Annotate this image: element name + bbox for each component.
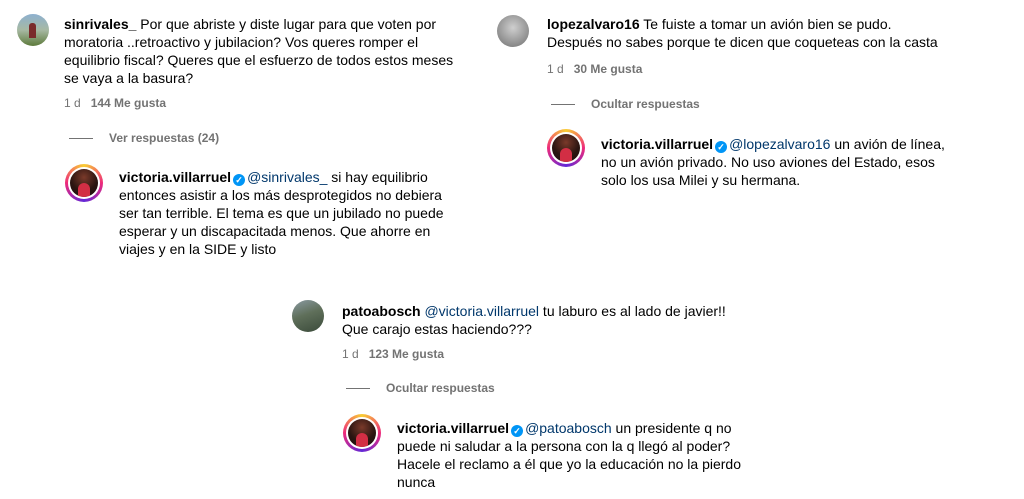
comment-likes[interactable]: 144 Me gusta — [91, 96, 166, 110]
hide-replies-button[interactable]: Ocultar respuestas — [346, 381, 495, 395]
divider-line — [346, 388, 370, 390]
comment-username[interactable]: sinrivales_ — [64, 16, 136, 32]
comment-meta: 1 d 144 Me gusta — [64, 96, 166, 110]
comment-meta: 1 d 123 Me gusta — [342, 347, 444, 361]
avatar[interactable] — [343, 414, 381, 452]
comment-time[interactable]: 1 d — [64, 96, 81, 110]
comment-time[interactable]: 1 d — [342, 347, 359, 361]
hide-replies-label: Ocultar respuestas — [386, 381, 495, 395]
comment-likes[interactable]: 123 Me gusta — [369, 347, 444, 361]
view-replies-button[interactable]: Ver respuestas (24) — [69, 131, 219, 145]
reply-body: victoria.villarruel ✓ @patoabosch un presi… — [397, 419, 742, 491]
avatar[interactable] — [497, 15, 529, 47]
reply-username[interactable]: victoria.villarruel — [601, 136, 713, 152]
divider-line — [69, 138, 93, 140]
comment-body: lopezalvaro16 Te fuiste a tomar un avión… — [547, 15, 947, 51]
comment-time[interactable]: 1 d — [547, 62, 564, 76]
hide-replies-button[interactable]: Ocultar respuestas — [551, 97, 700, 111]
reply-username[interactable]: victoria.villarruel — [119, 169, 231, 185]
reply-body: victoria.villarruel ✓ @sinrivales_ si hay … — [119, 168, 449, 258]
comment-body: patoabosch @victoria.villarruel tu labur… — [342, 302, 742, 338]
reply-username[interactable]: victoria.villarruel — [397, 420, 509, 436]
reply-body: victoria.villarruel ✓ @lopezalvaro16 un av… — [601, 135, 946, 189]
comment-likes[interactable]: 30 Me gusta — [574, 62, 643, 76]
verified-badge-icon: ✓ — [233, 174, 246, 186]
reply-mention[interactable]: @lopezalvaro16 — [729, 136, 830, 152]
view-replies-label: Ver respuestas (24) — [109, 131, 220, 145]
reply-mention[interactable]: @patoabosch — [525, 420, 612, 436]
avatar[interactable] — [292, 300, 324, 332]
reply-mention[interactable]: @sinrivales_ — [247, 169, 327, 185]
hide-replies-label: Ocultar respuestas — [591, 97, 700, 111]
avatar[interactable] — [547, 129, 585, 167]
comment-username[interactable]: lopezalvaro16 — [547, 16, 640, 32]
comment-mention[interactable]: @victoria.villarruel — [424, 303, 539, 319]
comment-meta: 1 d 30 Me gusta — [547, 62, 642, 76]
verified-badge-icon: ✓ — [715, 141, 728, 153]
avatar[interactable] — [65, 164, 103, 202]
divider-line — [551, 104, 575, 106]
verified-badge-icon: ✓ — [511, 425, 524, 437]
avatar[interactable] — [17, 14, 49, 46]
comment-body: sinrivales_ Por que abriste y diste luga… — [64, 15, 454, 87]
comment-username[interactable]: patoabosch — [342, 303, 421, 319]
